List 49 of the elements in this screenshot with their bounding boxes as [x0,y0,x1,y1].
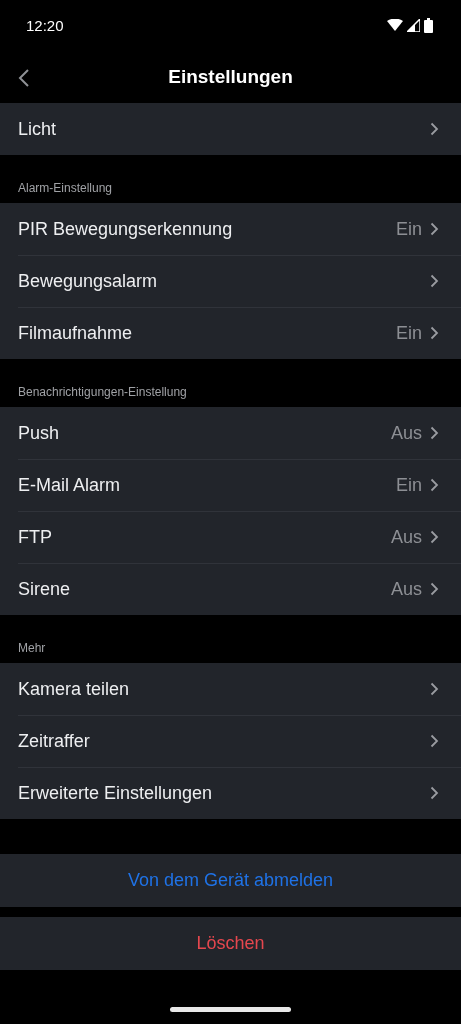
chevron-right-icon [430,274,439,288]
settings-row[interactable]: Kamera teilen [0,663,461,715]
row-label: FTP [18,526,53,548]
settings-row[interactable]: Push Aus [0,407,461,459]
row-label: Push [18,422,61,444]
settings-row[interactable]: Zeitraffer [0,715,461,767]
row-value: Aus [390,526,422,548]
settings-row[interactable]: PIR Bewegungserkennung Ein [0,203,461,255]
settings-row[interactable]: E-Mail Alarm Ein [0,459,461,511]
settings-row[interactable]: Bewegungsalarm [0,255,461,307]
row-label: Kamera teilen [18,678,131,700]
row-label: Filmaufnahme [18,322,134,344]
chevron-right-icon [430,786,439,800]
section-title: Mehr [18,641,46,655]
row-value: Ein [396,474,422,496]
settings-row[interactable]: FTP Aus [0,511,461,563]
page-title: Einstellungen [168,65,293,88]
settings-row[interactable]: Erweiterte Einstellungen [0,767,461,819]
section-title: Alarm-Einstellung [18,181,113,195]
chevron-right-icon [430,122,439,136]
row-label: Erweiterte Einstellungen [18,782,214,804]
row-value: Aus [390,422,422,444]
row-value: Ein [396,218,422,240]
row-label: Zeitraffer [18,730,91,752]
row-label: Sirene [18,578,72,600]
chevron-right-icon [430,326,439,340]
row-label: E-Mail Alarm [18,474,121,496]
row-value: Aus [390,578,422,600]
chevron-left-icon [18,68,30,88]
settings-row[interactable]: Licht [0,103,461,155]
battery-icon [424,17,433,33]
wifi-icon [387,19,403,31]
row-label: PIR Bewegungserkennung [18,218,234,240]
chevron-right-icon [430,426,439,440]
delete-button[interactable]: Löschen [0,917,461,970]
row-value: Ein [396,322,422,344]
chevron-right-icon [430,530,439,544]
row-label: Licht [18,118,58,140]
chevron-right-icon [430,582,439,596]
settings-row[interactable]: Sirene Aus [0,563,461,615]
settings-row[interactable]: Filmaufnahme Ein [0,307,461,359]
chevron-right-icon [430,478,439,492]
chevron-right-icon [430,222,439,236]
row-label: Bewegungsalarm [18,270,159,292]
status-time: 12:20 [26,16,64,34]
section-title: Benachrichtigungen-Einstellung [18,385,187,399]
signal-icon [407,18,420,32]
chevron-right-icon [430,734,439,748]
chevron-right-icon [430,682,439,696]
